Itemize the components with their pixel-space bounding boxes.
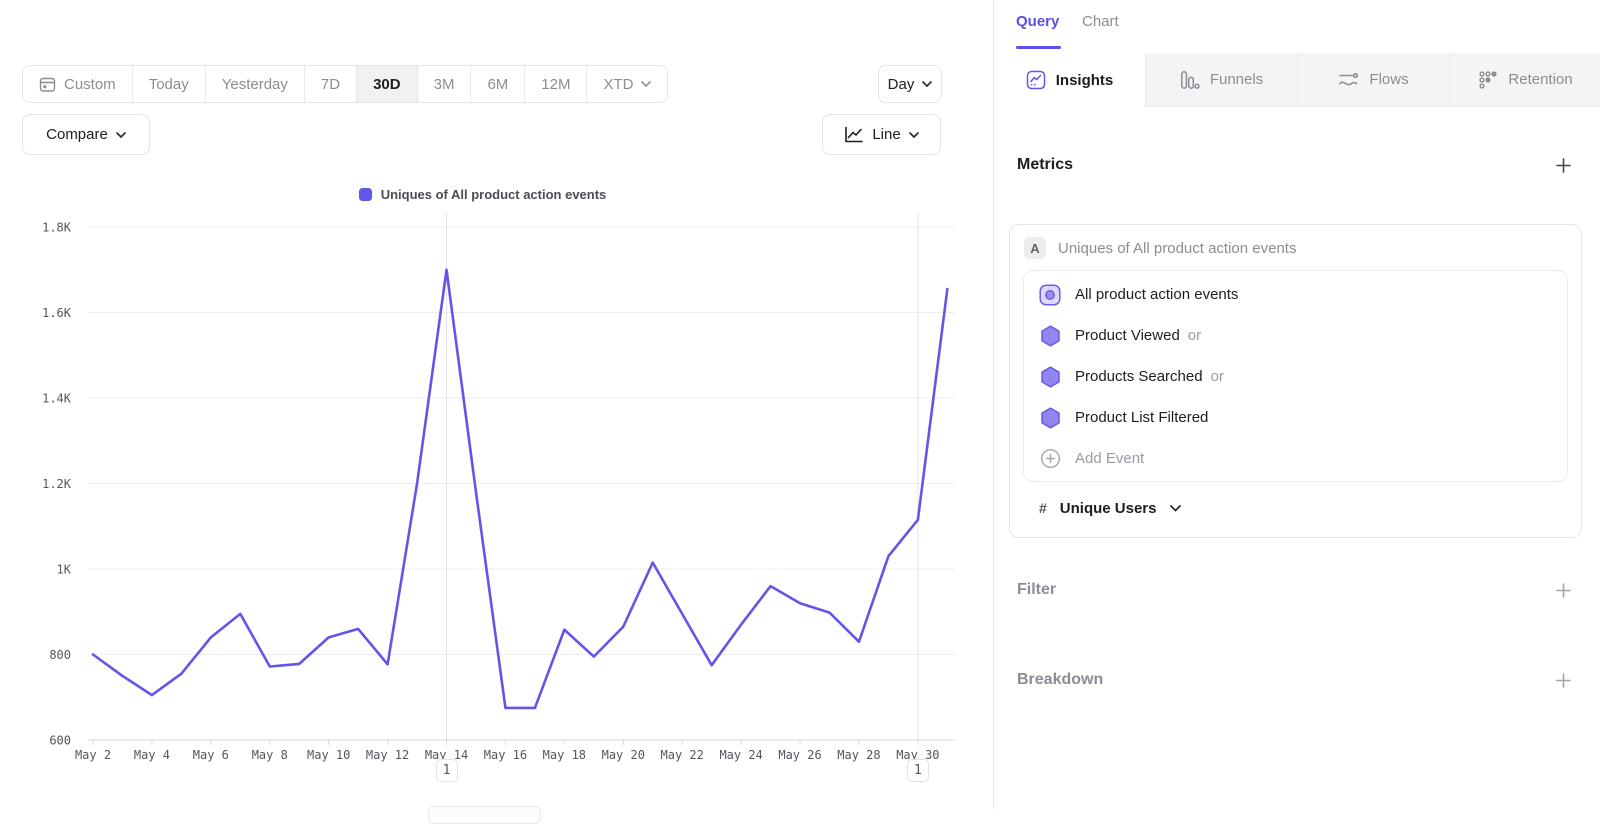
- hash-icon: #: [1039, 500, 1047, 516]
- breakdown-section-header: Breakdown: [1017, 668, 1573, 692]
- metrics-heading: Metrics: [1017, 156, 1073, 174]
- add-event-row[interactable]: Add Event: [1024, 438, 1567, 479]
- x-axis-label: May 6: [193, 748, 229, 762]
- tab-insights[interactable]: Insights: [994, 53, 1145, 107]
- x-axis-label: May 10: [307, 748, 350, 762]
- mixpanel-insights-app: Custom Today Yesterday 7D 30D 3M 6M 12M …: [0, 0, 1600, 809]
- add-metric-button[interactable]: [1554, 156, 1573, 175]
- chevron-down-icon: [1170, 505, 1181, 512]
- y-axis-label: 1.8K: [42, 221, 72, 235]
- annotation-badge[interactable]: 1: [907, 759, 929, 782]
- or-connector: or: [1211, 368, 1224, 385]
- event-row-product-viewed[interactable]: Product Viewed or: [1024, 315, 1567, 356]
- event-group-icon: [1039, 284, 1061, 306]
- tab-retention[interactable]: Retention: [1449, 53, 1600, 107]
- x-axis-label: May 16: [484, 748, 527, 762]
- metric-header[interactable]: A Uniques of All product action events: [1024, 237, 1296, 259]
- x-axis-label: May 26: [778, 748, 821, 762]
- x-axis-label: May 2: [75, 748, 111, 762]
- event-hexagon-icon: [1039, 366, 1061, 388]
- y-axis-label: 1.2K: [42, 477, 72, 491]
- x-axis-label: May 12: [366, 748, 409, 762]
- event-row-products-searched[interactable]: Products Searched or: [1024, 356, 1567, 397]
- annotation-badge[interactable]: 1: [436, 759, 458, 782]
- breakdown-heading: Breakdown: [1017, 671, 1103, 689]
- y-axis-label: 800: [49, 648, 71, 662]
- report-type-tabs: Insights Funnels: [994, 53, 1600, 107]
- metrics-section-header: Metrics: [1017, 153, 1573, 177]
- or-connector: or: [1188, 327, 1201, 344]
- x-axis-label: May 4: [134, 748, 170, 762]
- y-axis-label: 600: [49, 734, 71, 748]
- x-axis-label: May 28: [837, 748, 880, 762]
- chart-pane: Custom Today Yesterday 7D 30D 3M 6M 12M …: [0, 0, 993, 809]
- x-axis-label: May 18: [543, 748, 586, 762]
- measurement-dropdown[interactable]: # Unique Users: [1039, 493, 1181, 523]
- metric-title: Uniques of All product action events: [1058, 240, 1296, 257]
- event-row-all-product-action-events[interactable]: All product action events: [1024, 274, 1567, 315]
- filter-heading: Filter: [1017, 581, 1056, 599]
- tab-flows[interactable]: Flows: [1297, 53, 1449, 107]
- chart-svg[interactable]: 600 800 1K 1.2K 1.4K 1.6K 1.8K May 2 May 4 May 6 M…: [0, 0, 993, 809]
- x-axis-label: May 22: [661, 748, 704, 762]
- insights-icon: [1026, 70, 1046, 90]
- tab-funnels[interactable]: Funnels: [1145, 53, 1297, 107]
- x-axis-label: May 24: [719, 748, 762, 762]
- flows-icon: [1338, 70, 1359, 90]
- add-event-icon: [1039, 448, 1061, 470]
- tab-chart[interactable]: Chart: [1082, 13, 1119, 30]
- x-axis-label: May 20: [602, 748, 645, 762]
- add-breakdown-button[interactable]: [1554, 671, 1573, 690]
- retention-icon: [1478, 70, 1498, 90]
- x-axis-label: May 8: [252, 748, 288, 762]
- event-list: All product action events Product Viewed…: [1023, 270, 1568, 482]
- y-axis-label: 1.6K: [42, 306, 72, 320]
- y-axis-label: 1.4K: [42, 392, 72, 406]
- series-line: [93, 270, 947, 708]
- y-axis-label: 1K: [57, 563, 72, 577]
- add-filter-button[interactable]: [1554, 581, 1573, 600]
- event-hexagon-icon: [1039, 325, 1061, 347]
- query-panel: Query Chart Insights: [993, 0, 1600, 809]
- metric-letter-badge: A: [1024, 237, 1046, 259]
- active-tab-underline: [1016, 46, 1061, 49]
- filter-section-header: Filter: [1017, 578, 1573, 602]
- event-hexagon-icon: [1039, 407, 1061, 429]
- event-row-product-list-filtered[interactable]: Product List Filtered: [1024, 397, 1567, 438]
- tab-query[interactable]: Query: [1016, 13, 1059, 30]
- metric-card: A Uniques of All product action events A…: [1009, 224, 1582, 538]
- funnels-icon: [1180, 70, 1200, 90]
